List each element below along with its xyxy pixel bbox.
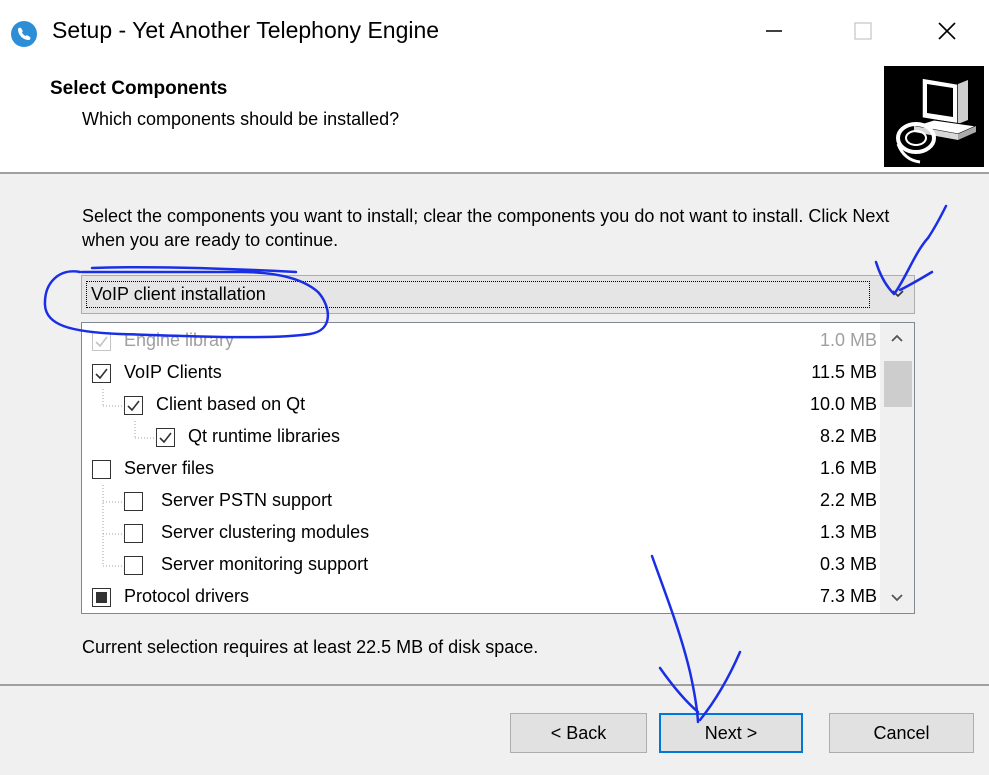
component-item[interactable]: Server PSTN support 2.2 MB xyxy=(82,486,882,518)
component-size: 10.0 MB xyxy=(809,394,877,414)
maximize-icon xyxy=(854,22,872,40)
checkbox[interactable] xyxy=(156,428,175,447)
component-size: 7.3 MB xyxy=(819,586,877,606)
page-subtitle: Which components should be installed? xyxy=(82,109,400,129)
window-title: Setup - Yet Another Telephony Engine xyxy=(52,17,440,43)
checkmark-icon xyxy=(95,336,108,348)
indeterminate-mark xyxy=(96,592,107,603)
maximize-button[interactable] xyxy=(823,0,903,62)
component-size: 11.5 MB xyxy=(811,362,877,382)
component-item[interactable]: Server clustering modules 1.3 MB xyxy=(82,518,882,550)
disk-space-text: Current selection requires at least 22.5… xyxy=(82,637,539,657)
component-size: 1.0 MB xyxy=(819,330,877,350)
wizard-header: Select Components Which components shoul… xyxy=(0,66,989,173)
chevron-down-icon xyxy=(891,594,903,602)
title-bar[interactable]: Setup - Yet Another Telephony Engine xyxy=(0,0,989,66)
checkbox[interactable] xyxy=(92,364,111,383)
checkbox[interactable] xyxy=(92,460,111,479)
component-item[interactable]: VoIP Clients 11.5 MB xyxy=(82,358,882,390)
component-item[interactable]: Qt runtime libraries 8.2 MB xyxy=(82,422,882,454)
component-label: Protocol drivers xyxy=(124,586,250,606)
page-title: Select Components xyxy=(50,78,228,99)
component-label: Engine library xyxy=(124,330,235,350)
setup-window: Setup - Yet Another Telephony Engine Sel… xyxy=(0,0,989,775)
close-icon xyxy=(938,22,956,40)
component-item[interactable]: Server monitoring support 0.3 MB xyxy=(82,550,882,582)
minimize-icon xyxy=(766,30,782,32)
component-label: Server clustering modules xyxy=(161,522,370,542)
components-list[interactable]: Engine library 1.0 MB VoIP Clients 11.5 … xyxy=(81,322,915,614)
checkbox[interactable] xyxy=(124,396,143,415)
install-type-value: VoIP client installation xyxy=(86,281,870,308)
checkmark-icon xyxy=(159,432,172,444)
component-size: 1.3 MB xyxy=(819,522,877,542)
minimize-button[interactable] xyxy=(734,0,814,62)
checkbox[interactable] xyxy=(92,332,111,351)
chevron-down-icon xyxy=(892,290,904,298)
wizard-footer: < Back Next > Cancel xyxy=(0,686,989,775)
component-label: Server PSTN support xyxy=(161,490,333,510)
chevron-up-icon xyxy=(891,334,903,342)
back-button[interactable]: < Back xyxy=(510,713,647,753)
checkbox[interactable] xyxy=(92,588,111,607)
component-item[interactable]: Server files 1.6 MB xyxy=(82,454,882,486)
component-label: Qt runtime libraries xyxy=(188,426,341,446)
install-type-dropdown[interactable]: VoIP client installation xyxy=(81,275,915,314)
component-label: Server monitoring support xyxy=(161,554,369,574)
scroll-down-button[interactable] xyxy=(880,583,914,613)
checkbox[interactable] xyxy=(124,492,143,511)
components-panel: Select the components you want to instal… xyxy=(0,174,989,684)
scroll-thumb[interactable] xyxy=(884,361,912,407)
instructions-text: Select the components you want to instal… xyxy=(82,206,890,250)
vertical-scrollbar[interactable] xyxy=(880,323,914,613)
close-button[interactable] xyxy=(907,0,987,62)
component-size: 1.6 MB xyxy=(819,458,877,478)
checkmark-icon xyxy=(95,368,108,380)
cancel-button[interactable]: Cancel xyxy=(829,713,974,753)
next-button[interactable]: Next > xyxy=(659,713,803,753)
checkbox[interactable] xyxy=(124,524,143,543)
phone-app-icon xyxy=(11,21,37,47)
component-size: 2.2 MB xyxy=(819,490,877,510)
scroll-up-button[interactable] xyxy=(880,323,914,353)
component-item[interactable]: Client based on Qt 10.0 MB xyxy=(82,390,882,422)
component-label: Server files xyxy=(124,458,215,478)
computer-setup-icon xyxy=(884,66,984,167)
component-label: VoIP Clients xyxy=(124,362,222,382)
component-label: Client based on Qt xyxy=(156,394,306,414)
checkmark-icon xyxy=(127,400,140,412)
checkbox[interactable] xyxy=(124,556,143,575)
component-size: 0.3 MB xyxy=(819,554,877,574)
component-item[interactable]: Engine library 1.0 MB xyxy=(82,326,882,358)
component-item[interactable]: Protocol drivers 7.3 MB xyxy=(82,582,882,613)
component-size: 8.2 MB xyxy=(819,426,877,446)
